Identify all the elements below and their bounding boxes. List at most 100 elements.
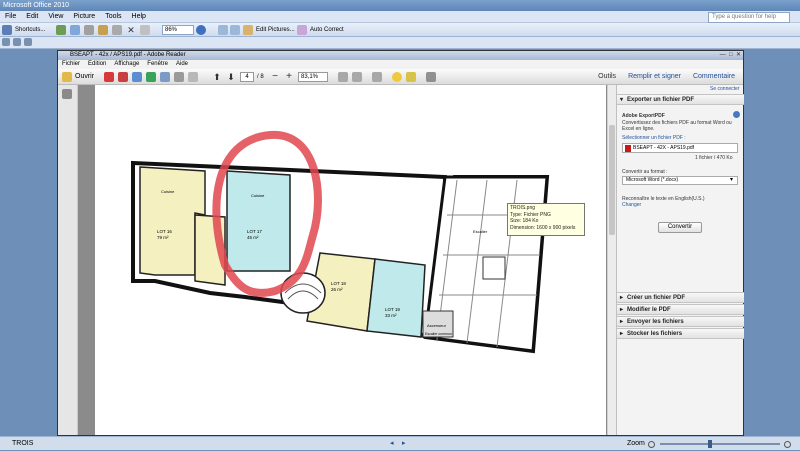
zoom-in-icon[interactable]: +	[284, 72, 294, 82]
zoom-combo[interactable]: 86%	[162, 25, 194, 35]
selected-file[interactable]: BSEAPT - 42X - APS19.pdf	[622, 143, 738, 153]
section-send-files[interactable]: Envoyer les fichiers	[617, 316, 744, 327]
share-icon[interactable]	[132, 72, 142, 82]
cut-icon[interactable]	[98, 25, 108, 35]
reader-tabs: Outils Remplir et signer Commentaire	[592, 71, 741, 83]
help-search-input[interactable]: Type a question for help	[708, 12, 790, 23]
login-link[interactable]: Se connecter	[710, 86, 739, 92]
status-bar: TROIS ◂ ▸ Zoom	[0, 436, 800, 450]
copy-icon[interactable]	[112, 25, 122, 35]
tab-outils[interactable]: Outils	[592, 71, 622, 83]
zoom-label: Zoom	[627, 440, 645, 447]
window-controls: — □ ✕	[720, 52, 741, 59]
undo-icon[interactable]	[140, 25, 150, 35]
maximize-icon[interactable]: □	[729, 52, 733, 58]
pages-icon[interactable]	[62, 89, 72, 99]
vertical-scrollbar[interactable]	[607, 85, 616, 435]
create-pdf-icon[interactable]	[104, 72, 114, 82]
save-icon[interactable]	[160, 72, 170, 82]
section-store-files[interactable]: Stocker les fichiers	[617, 328, 744, 339]
menu-edit[interactable]: Edit	[21, 11, 43, 23]
convert-button[interactable]: Convertir	[658, 222, 702, 233]
label-cuisine-2: Cuisine	[251, 193, 265, 198]
help-icon[interactable]	[196, 25, 206, 35]
email-icon[interactable]	[188, 72, 198, 82]
menu-picture[interactable]: Picture	[68, 11, 100, 23]
lot-19-area	[366, 258, 426, 338]
print-icon[interactable]	[174, 72, 184, 82]
change-link[interactable]: Changer	[622, 202, 641, 208]
label-lot18-area: 26 m²	[331, 287, 343, 292]
label-stair-common: Escalier commun	[425, 332, 452, 336]
navigation-rail	[58, 85, 78, 435]
menu-file[interactable]: File	[0, 11, 21, 23]
print-icon[interactable]	[84, 25, 94, 35]
format-select[interactable]: Microsoft Word (*.docx)	[622, 176, 738, 185]
shortcuts-icon	[2, 25, 12, 35]
next-page-icon[interactable]: ⬇	[226, 72, 236, 82]
menu-tools[interactable]: Tools	[100, 11, 126, 23]
zoom-slider-track[interactable]	[660, 443, 780, 445]
section-create-pdf[interactable]: Créer un fichier PDF	[617, 292, 744, 303]
menu-edition[interactable]: Edition	[84, 61, 110, 67]
edit-pictures-button[interactable]: Edit Pictures...	[254, 25, 297, 35]
read-mode-icon[interactable]	[372, 72, 382, 82]
zoom-slider-thumb[interactable]	[708, 440, 712, 448]
page-number-input[interactable]: 4	[240, 72, 254, 82]
tools-panel: Se connecter Exporter un fichier PDF Ado…	[616, 85, 744, 435]
prev-picture-icon[interactable]: ◂	[390, 437, 394, 451]
pdf-icon[interactable]	[118, 72, 128, 82]
auto-correct-button[interactable]: Auto Correct	[308, 25, 346, 35]
rotate-right-icon[interactable]	[230, 25, 240, 35]
menu-fichier[interactable]: Fichier	[58, 61, 84, 67]
file-tooltip: TROIS.png Type: Fichier PNG Size: 184 Ko…	[507, 203, 585, 236]
email-icon[interactable]	[70, 25, 80, 35]
single-picture-icon[interactable]	[24, 38, 32, 46]
open-button[interactable]: Ouvrir	[75, 72, 94, 82]
prev-page-icon[interactable]: ⬆	[212, 72, 222, 82]
rotate-left-icon[interactable]	[218, 25, 228, 35]
select-file-link[interactable]: Sélectionner un fichier PDF :	[622, 135, 686, 141]
highlight-icon[interactable]	[406, 72, 416, 82]
fit-width-icon[interactable]	[352, 72, 362, 82]
label-lot19: LOT 19	[385, 307, 400, 312]
zoom-out-icon[interactable]: −	[270, 72, 280, 82]
section-edit-pdf[interactable]: Modifier le PDF	[617, 304, 744, 315]
filmstrip-icon[interactable]	[13, 38, 21, 46]
cloud-icon[interactable]	[146, 72, 156, 82]
info-icon[interactable]	[733, 111, 740, 118]
minimize-icon[interactable]: —	[720, 52, 726, 58]
label-lot16-area: 79 m²	[157, 235, 169, 240]
zoom-in-icon[interactable]	[784, 441, 791, 448]
zoom-input[interactable]: 83,1%	[298, 72, 328, 82]
zoom-out-icon[interactable]	[648, 441, 655, 448]
tab-remplir-signer[interactable]: Remplir et signer	[622, 71, 687, 83]
office-menubar: File Edit View Picture Tools Help	[0, 11, 800, 23]
edit-pictures-icon	[243, 25, 253, 35]
reader-title: BSEAPT - 42x / APS19.pdf - Adobe Reader	[58, 51, 743, 60]
menu-fenetre[interactable]: Fenêtre	[143, 61, 172, 67]
menu-affichage[interactable]: Affichage	[110, 61, 143, 67]
comment-icon[interactable]	[392, 72, 402, 82]
chevron-down-icon[interactable]: ▾	[730, 176, 733, 183]
section-export-pdf[interactable]: Exporter un fichier PDF	[617, 94, 744, 105]
fit-page-icon[interactable]	[338, 72, 348, 82]
file-meta: 1 fichier / 470 Ko	[695, 155, 733, 161]
label-lot16: LOT 16	[157, 229, 172, 234]
scrollbar-thumb[interactable]	[609, 125, 615, 235]
menu-aide[interactable]: Aide	[172, 61, 192, 67]
tab-commentaire[interactable]: Commentaire	[687, 71, 741, 83]
next-picture-icon[interactable]: ▸	[402, 437, 406, 451]
delete-icon[interactable]: ✕	[126, 25, 136, 35]
menu-view[interactable]: View	[43, 11, 68, 23]
label-ascenseur: Ascenseur	[427, 323, 447, 328]
menu-help[interactable]: Help	[127, 11, 151, 23]
close-icon[interactable]: ✕	[736, 52, 741, 58]
window-title: Microsoft Office 2010	[0, 0, 800, 11]
thumbnails-icon[interactable]	[2, 38, 10, 46]
tools-icon[interactable]	[426, 72, 436, 82]
label-lot17: LOT 17	[247, 229, 262, 234]
save-icon[interactable]	[56, 25, 66, 35]
label-cuisine-1: Cuisine	[161, 189, 175, 194]
shortcuts-button[interactable]: Shortcuts...	[13, 25, 47, 35]
